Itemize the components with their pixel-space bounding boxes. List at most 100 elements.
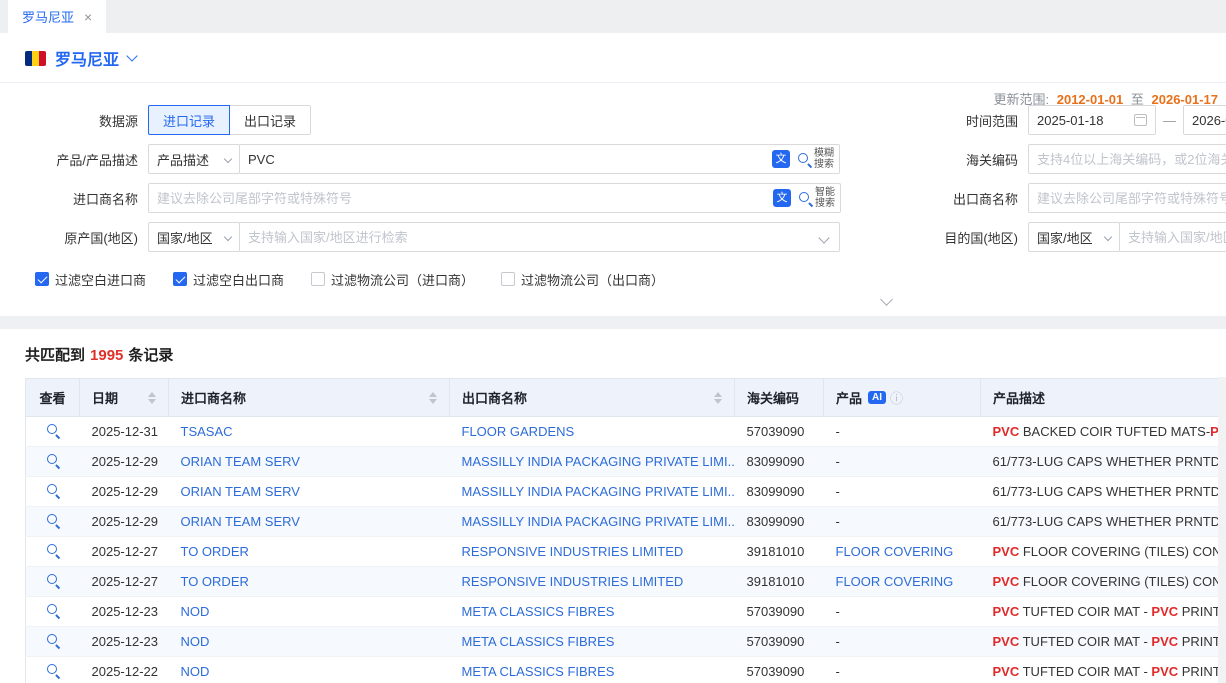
- chevron-down-icon: [1104, 233, 1112, 241]
- importer-link[interactable]: ORIAN TEAM SERV: [181, 484, 300, 499]
- col-importer: 进口商名称: [169, 379, 450, 417]
- product-link[interactable]: FLOOR COVERING: [836, 544, 954, 559]
- exporter-link[interactable]: META CLASSICS FIBRES: [462, 664, 615, 679]
- exporter-link[interactable]: MASSILLY INDIA PACKAGING PRIVATE LIMI...: [462, 454, 735, 469]
- product-input[interactable]: [239, 144, 840, 174]
- product-link[interactable]: FLOOR COVERING: [836, 574, 954, 589]
- exporter-link[interactable]: META CLASSICS FIBRES: [462, 634, 615, 649]
- filter-checkbox[interactable]: 过滤空白进口商: [35, 270, 146, 289]
- destination-type-select[interactable]: 国家/地区: [1028, 222, 1120, 252]
- start-date-input[interactable]: 2025-01-18: [1028, 105, 1156, 135]
- export-records-button[interactable]: 出口记录: [230, 105, 311, 135]
- import-records-button[interactable]: 进口记录: [148, 105, 230, 135]
- view-detail-icon[interactable]: [46, 543, 60, 557]
- importer-input[interactable]: [148, 183, 841, 213]
- translate-icon[interactable]: 文: [773, 189, 791, 207]
- product-description: PVC FLOOR COVERING (TILES) CONT...: [981, 537, 1219, 567]
- checkbox-checked-icon[interactable]: [173, 272, 187, 286]
- page-title: 罗马尼亚: [55, 46, 119, 70]
- hs-code-input[interactable]: [1028, 144, 1226, 174]
- table-header-row: 查看 日期 进口商名称 出口商名称 海关编码 产品 AI: [26, 379, 1219, 417]
- view-cell: [26, 507, 80, 537]
- hs-code-cell: 83099090: [735, 477, 824, 507]
- view-detail-icon[interactable]: [46, 483, 60, 497]
- exporter-link[interactable]: RESPONSIVE INDUSTRIES LIMITED: [462, 574, 684, 589]
- view-detail-icon[interactable]: [46, 663, 60, 677]
- importer-link[interactable]: NOD: [181, 604, 210, 619]
- product-type-value: 产品描述: [157, 150, 209, 169]
- importer-link[interactable]: ORIAN TEAM SERV: [181, 514, 300, 529]
- fuzzy-search-button[interactable]: 模糊搜索: [797, 148, 834, 170]
- view-detail-icon[interactable]: [46, 423, 60, 437]
- row-date: 2025-12-23: [80, 627, 169, 657]
- importer-cell: ORIAN TEAM SERV: [169, 447, 450, 477]
- filter-checkbox[interactable]: 过滤空白出口商: [173, 270, 284, 289]
- product-cell: -: [824, 477, 981, 507]
- row-date: 2025-12-22: [80, 657, 169, 683]
- exporter-input[interactable]: [1028, 183, 1226, 213]
- origin-input[interactable]: [239, 222, 840, 252]
- product-type-select[interactable]: 产品描述: [148, 144, 240, 174]
- view-detail-icon[interactable]: [46, 633, 60, 647]
- exporter-cell: MASSILLY INDIA PACKAGING PRIVATE LIMI...: [450, 477, 735, 507]
- tab-romania[interactable]: 罗马尼亚 ×: [8, 0, 106, 33]
- search-icon: [797, 152, 811, 166]
- hs-code-cell: 83099090: [735, 447, 824, 477]
- checkbox-unchecked-icon[interactable]: [311, 272, 325, 286]
- view-detail-icon[interactable]: [46, 513, 60, 527]
- end-date-input[interactable]: 2026-01-17: [1183, 105, 1226, 135]
- product-description: 61/773-LUG CAPS WHETHER PRNTD...: [981, 507, 1219, 537]
- table-row: 2025-12-27TO ORDERRESPONSIVE INDUSTRIES …: [26, 537, 1219, 567]
- importer-link[interactable]: NOD: [181, 634, 210, 649]
- importer-link[interactable]: NOD: [181, 664, 210, 679]
- importer-cell: TO ORDER: [169, 567, 450, 597]
- tab-label: 罗马尼亚: [22, 7, 74, 26]
- close-icon[interactable]: ×: [84, 10, 92, 24]
- sort-exporter-button[interactable]: [714, 392, 722, 404]
- info-icon[interactable]: ⓘ: [890, 388, 903, 407]
- view-detail-icon[interactable]: [46, 453, 60, 467]
- row-date: 2025-12-27: [80, 567, 169, 597]
- importer-link[interactable]: ORIAN TEAM SERV: [181, 454, 300, 469]
- exporter-link[interactable]: RESPONSIVE INDUSTRIES LIMITED: [462, 544, 684, 559]
- row-date: 2025-12-29: [80, 477, 169, 507]
- importer-link[interactable]: TSASAC: [181, 424, 233, 439]
- row-date: 2025-12-29: [80, 507, 169, 537]
- results-table: 查看 日期 进口商名称 出口商名称 海关编码 产品 AI: [25, 378, 1219, 683]
- exporter-link[interactable]: META CLASSICS FIBRES: [462, 604, 615, 619]
- sort-importer-button[interactable]: [429, 392, 437, 404]
- importer-cell: NOD: [169, 597, 450, 627]
- checkbox-checked-icon[interactable]: [35, 272, 49, 286]
- collapse-chevron-icon[interactable]: [880, 293, 893, 306]
- exporter-link[interactable]: MASSILLY INDIA PACKAGING PRIVATE LIMI...: [462, 514, 735, 529]
- filter-checkbox[interactable]: 过滤物流公司（进口商）: [311, 270, 474, 289]
- product-description: 61/773-LUG CAPS WHETHER PRNTD...: [981, 447, 1219, 477]
- origin-type-select[interactable]: 国家/地区: [148, 222, 240, 252]
- filter-panel: 更新范围: 2012-01-01 至 2026-01-17 数据源 进口记录 出…: [0, 83, 1226, 316]
- destination-input[interactable]: [1119, 222, 1226, 252]
- exporter-link[interactable]: MASSILLY INDIA PACKAGING PRIVATE LIMI...: [462, 484, 735, 499]
- smart-search-button[interactable]: 智能搜索: [798, 187, 835, 209]
- exporter-cell: FLOOR GARDENS: [450, 417, 735, 447]
- chevron-down-icon[interactable]: [126, 50, 137, 61]
- importer-link[interactable]: TO ORDER: [181, 574, 249, 589]
- checkbox-unchecked-icon[interactable]: [501, 272, 515, 286]
- view-detail-icon[interactable]: [46, 603, 60, 617]
- exporter-link[interactable]: FLOOR GARDENS: [462, 424, 575, 439]
- data-source-toggle: 进口记录 出口记录: [148, 105, 311, 135]
- product-cell: -: [824, 417, 981, 447]
- exporter-cell: RESPONSIVE INDUSTRIES LIMITED: [450, 567, 735, 597]
- sort-date-button[interactable]: [148, 392, 156, 404]
- translate-icon[interactable]: 文: [772, 150, 790, 168]
- origin-label: 原产国(地区): [8, 228, 138, 247]
- checkbox-label: 过滤空白出口商: [193, 270, 284, 289]
- filter-checkbox[interactable]: 过滤物流公司（出口商）: [501, 270, 664, 289]
- view-detail-icon[interactable]: [46, 573, 60, 587]
- scrollbar-track[interactable]: [1218, 377, 1226, 683]
- importer-cell: TSASAC: [169, 417, 450, 447]
- view-cell: [26, 477, 80, 507]
- importer-link[interactable]: TO ORDER: [181, 544, 249, 559]
- product-cell: -: [824, 507, 981, 537]
- col-date: 日期: [80, 379, 169, 417]
- col-view: 查看: [26, 379, 80, 417]
